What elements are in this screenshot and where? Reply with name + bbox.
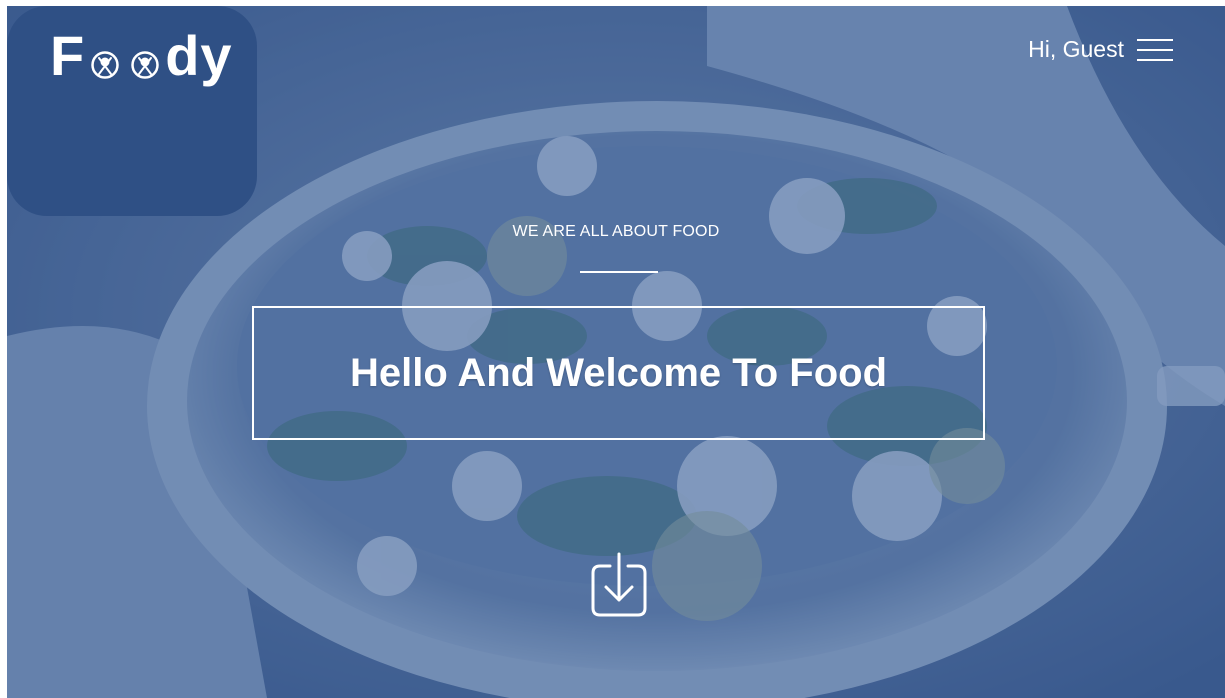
logo-text-prefix: F xyxy=(50,24,86,87)
logo-text-suffix: dy xyxy=(165,24,233,87)
hamburger-menu-icon[interactable] xyxy=(1137,39,1173,61)
hero-section: F dy Hi, Guest WE ARE ALL ABOUT FOOD Hel… xyxy=(7,6,1225,698)
download-arrow-icon[interactable] xyxy=(590,552,648,618)
plate-fork-knife-icon xyxy=(91,51,119,79)
hero-tagline: WE ARE ALL ABOUT FOOD xyxy=(512,223,720,240)
foody-logo[interactable]: F dy xyxy=(50,24,233,84)
tagline-divider xyxy=(580,271,658,273)
user-greeting[interactable]: Hi, Guest xyxy=(1028,36,1124,62)
plate-fork-knife-icon xyxy=(131,51,159,79)
hero-headline: Hello And Welcome To Food xyxy=(349,351,888,395)
headline-frame: Hello And Welcome To Food xyxy=(252,306,985,440)
